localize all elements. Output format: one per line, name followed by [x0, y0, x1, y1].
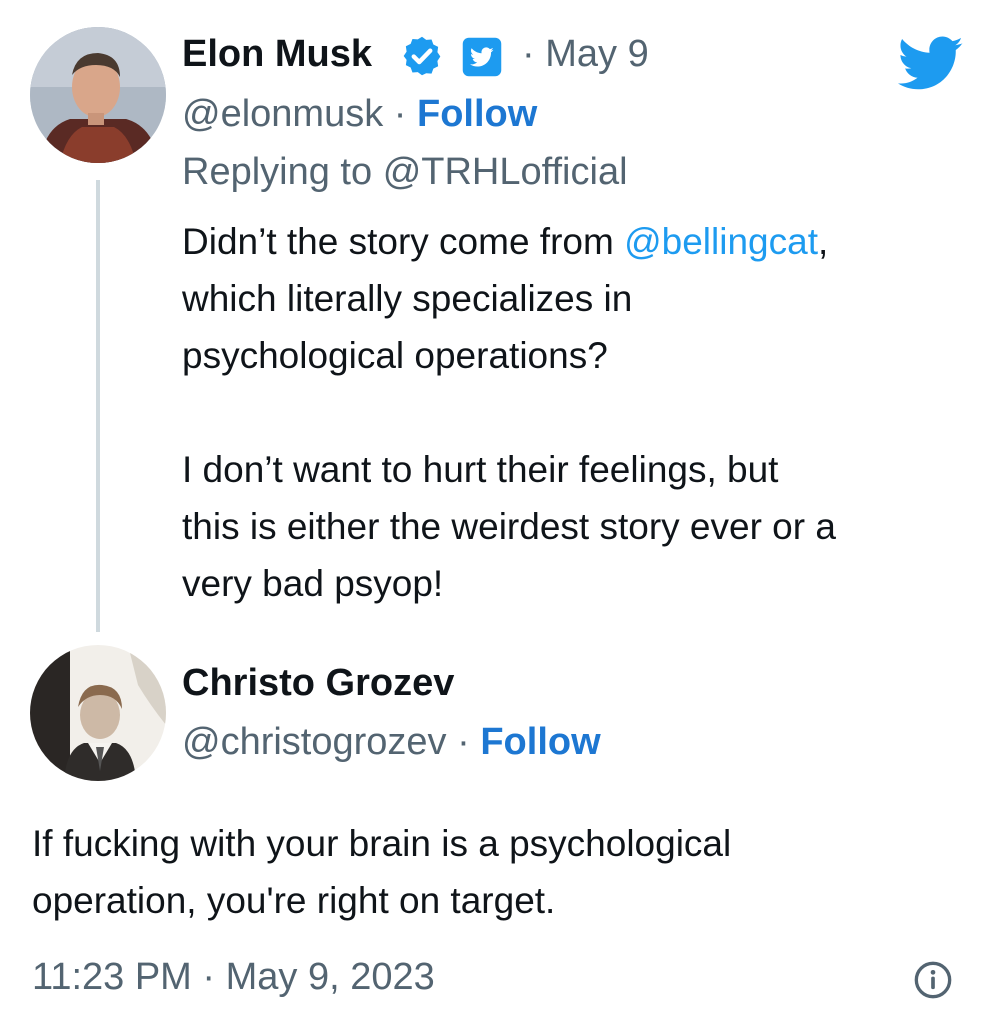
tweet-date[interactable]: May 9	[545, 33, 648, 75]
mention-link[interactable]: @bellingcat	[624, 221, 818, 262]
tweet-text-line: which literally specializes in	[182, 278, 633, 319]
text-segment: ,	[817, 221, 829, 262]
separator-dot: ·	[522, 33, 535, 75]
tweet-text-line: Didn’t the story come from @bellingcat,	[182, 213, 836, 270]
timestamp: 11:23 PM · May 9, 2023	[32, 956, 435, 999]
info-icon[interactable]	[913, 960, 953, 1000]
separator-dot: ·	[202, 956, 216, 998]
tweet-text-line: psychological operations?	[182, 335, 608, 376]
follow-button[interactable]: Follow	[417, 93, 537, 135]
reply-text-line: If fucking with your brain is a psycholo…	[32, 823, 732, 864]
twitter-bird-icon[interactable]	[898, 36, 964, 92]
twitter-square-icon	[462, 37, 502, 77]
reply-author-name[interactable]: Christo Grozev	[182, 662, 454, 704]
tweet-text: Didn’t the story come from @bellingcat, …	[182, 213, 836, 612]
author-handle[interactable]: @elonmusk	[182, 93, 383, 135]
text-segment: Didn’t the story come from	[182, 221, 614, 262]
avatar-elon-musk[interactable]	[30, 27, 166, 163]
tweet-time[interactable]: 11:23 PM	[32, 956, 192, 998]
reply-follow-button[interactable]: Follow	[480, 721, 600, 763]
reply-handle-line: @christogrozev · Follow	[182, 720, 601, 764]
avatar-christo-grozev[interactable]	[30, 645, 166, 781]
thread-line	[96, 180, 100, 632]
tweet-full-date[interactable]: May 9, 2023	[226, 956, 435, 998]
handle-line: @elonmusk · Follow	[182, 92, 537, 136]
reply-tweet-text: If fucking with your brain is a psycholo…	[32, 815, 731, 929]
tweet-text-line: this is either the weirdest story ever o…	[182, 506, 836, 547]
avatar-image	[30, 27, 166, 163]
tweet-text-line	[182, 384, 836, 441]
author-name[interactable]: Elon Musk	[182, 33, 372, 75]
separator-dot: ·	[457, 721, 470, 763]
reply-author-handle[interactable]: @christogrozev	[182, 721, 447, 763]
avatar-image	[30, 645, 166, 781]
separator-dot: ·	[393, 93, 407, 135]
replying-prefix: Replying to	[182, 151, 373, 193]
reply-text-line: operation, you're right on target.	[32, 880, 556, 921]
replying-to-handle[interactable]: @TRHLofficial	[383, 151, 628, 193]
replying-to-line: Replying to @TRHLofficial	[182, 150, 628, 194]
verified-badge-icon	[403, 36, 441, 76]
tweet-text-line: very bad psyop!	[182, 563, 444, 604]
tweet-text-line: I don’t want to hurt their feelings, but	[182, 449, 779, 490]
